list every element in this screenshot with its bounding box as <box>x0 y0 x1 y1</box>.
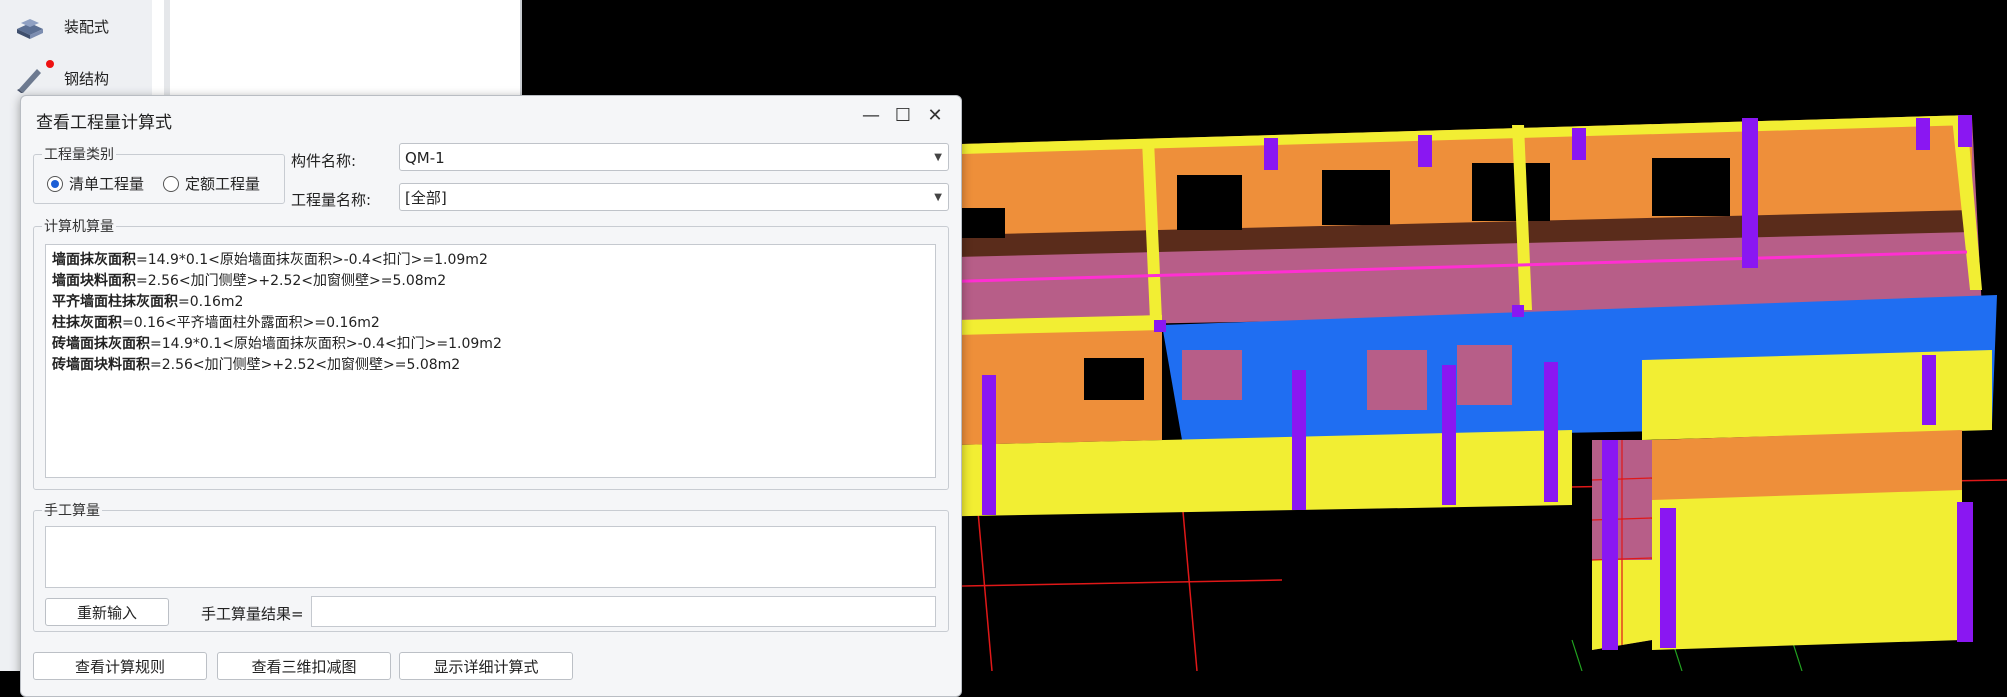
sidebar-item-prefab[interactable]: 装配式 <box>10 6 150 46</box>
quantity-name-select[interactable]: [全部] ▼ <box>399 183 949 211</box>
chevron-down-icon: ▼ <box>934 192 942 203</box>
component-name-label: 构件名称: <box>291 152 357 170</box>
view-calc-rules-button[interactable]: 查看计算规则 <box>33 652 207 680</box>
prefab-icon <box>10 6 50 46</box>
blue-room-opening <box>1367 350 1427 410</box>
formula-line: 砖墙面抹灰面积=14.9*0.1<原始墙面抹灰面积>-0.4<扣门>=1.09m… <box>52 336 502 352</box>
formula-textarea[interactable]: 墙面抹灰面积=14.9*0.1<原始墙面抹灰面积>-0.4<扣门>=1.09m2… <box>45 244 936 478</box>
right-block-front <box>1652 490 1962 650</box>
show-detailed-formula-button[interactable]: 显示详细计算式 <box>399 652 573 680</box>
quantity-name-label: 工程量名称: <box>291 191 372 209</box>
radio-label: 定额工程量 <box>185 175 261 193</box>
component-name-value: QM-1 <box>405 149 445 167</box>
sidebar-item-steel-structure[interactable]: 钢结构 <box>10 58 150 98</box>
manual-result-label: 手工算量结果= <box>201 605 304 623</box>
radio-label: 清单工程量 <box>69 175 145 193</box>
manual-formula-input[interactable] <box>45 526 936 588</box>
radio-bill-quantity[interactable]: 清单工程量 <box>47 173 144 194</box>
dialog-title: 查看工程量计算式 <box>36 113 172 133</box>
view-quantity-formula-dialog: 查看工程量计算式 — ☐ ✕ 工程量类别 清单工程量 定额工程量 构件名称: Q… <box>20 95 962 697</box>
radio-quota-quantity[interactable]: 定额工程量 <box>163 173 260 194</box>
formula-line: 砖墙面块料面积=2.56<加门侧壁>+2.52<加窗侧壁>=5.08m2 <box>52 357 461 373</box>
right-block-top <box>1642 350 1992 440</box>
front-window <box>1084 358 1144 400</box>
manual-result-input[interactable] <box>311 596 936 627</box>
radio-dot <box>163 175 179 192</box>
blue-room-opening <box>1182 350 1242 400</box>
maximize-icon[interactable]: ☐ <box>889 104 917 128</box>
blue-room-opening <box>1457 345 1512 405</box>
sidebar-item-label: 钢结构 <box>64 69 110 88</box>
quantity-category-legend: 工程量类别 <box>44 147 114 163</box>
close-icon[interactable]: ✕ <box>921 104 949 128</box>
quantity-name-value: [全部] <box>405 189 447 207</box>
computer-quantity-legend: 计算机算量 <box>44 219 114 235</box>
formula-line: 平齐墙面柱抹灰面积=0.16m2 <box>52 294 244 310</box>
view-3d-deduction-button[interactable]: 查看三维扣减图 <box>217 652 391 680</box>
formula-line: 墙面抹灰面积=14.9*0.1<原始墙面抹灰面积>-0.4<扣门>=1.09m2 <box>52 252 488 268</box>
reenter-button[interactable]: 重新输入 <box>45 598 169 626</box>
manual-quantity-legend: 手工算量 <box>44 503 100 519</box>
sidebar-item-label: 装配式 <box>64 17 110 36</box>
formula-line: 柱抹灰面积=0.16<平齐墙面柱外露面积>=0.16m2 <box>52 315 380 331</box>
minimize-icon[interactable]: — <box>857 104 885 128</box>
radio-dot <box>47 175 63 192</box>
chevron-down-icon: ▼ <box>934 152 942 163</box>
component-name-select[interactable]: QM-1 ▼ <box>399 143 949 171</box>
notification-dot <box>46 60 54 68</box>
steel-structure-icon <box>10 58 54 98</box>
formula-line: 墙面块料面积=2.56<加门侧壁>+2.52<加窗侧壁>=5.08m2 <box>52 273 447 289</box>
